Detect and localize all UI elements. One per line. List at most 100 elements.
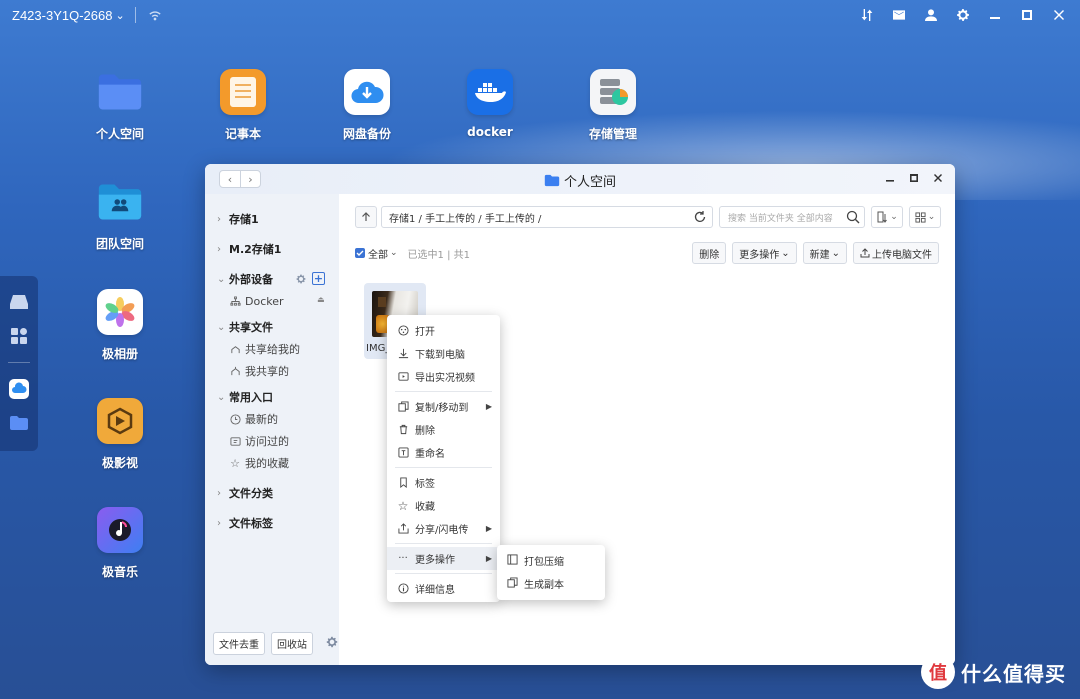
window-titlebar[interactable]: ‹ › 个人空间 — [205, 164, 955, 194]
minimize-icon[interactable] — [883, 171, 897, 185]
more-operations-button[interactable]: 更多操作 ⌄ — [732, 242, 797, 264]
app-docker[interactable]: docker — [445, 69, 535, 139]
menu-item-export-live-video[interactable]: 导出实况视频 — [387, 365, 500, 388]
menu-item-duplicate[interactable]: 生成副本 — [497, 572, 605, 595]
sidebar-item-my-favorites[interactable]: ☆ 我的收藏 — [205, 452, 339, 474]
context-menu: 打开 下载到电脑 导出实况视频 复制/移动到 ▶ 删除 重命名 标签 ☆ 收藏 … — [387, 315, 500, 602]
close-icon[interactable] — [1050, 6, 1068, 24]
sort-button[interactable]: ⌄ — [871, 206, 903, 228]
folder-icon — [544, 174, 560, 187]
menu-item-label: 更多操作 — [415, 555, 455, 566]
view-mode-button[interactable]: ⌄ — [909, 206, 941, 228]
mail-icon[interactable] — [890, 6, 908, 24]
cloud-icon[interactable] — [9, 379, 29, 399]
sidebar-item-my-shares[interactable]: 我共享的 — [205, 360, 339, 382]
menu-item-favorite[interactable]: ☆ 收藏 — [387, 494, 500, 517]
menu-item-label: 复制/移动到 — [415, 403, 469, 414]
close-icon[interactable] — [931, 171, 945, 185]
menu-item-tag[interactable]: 标签 — [387, 471, 500, 494]
window-title: 个人空间 — [205, 171, 955, 190]
apps-grid-icon[interactable] — [9, 326, 29, 346]
cloud-backup-icon — [344, 69, 390, 115]
menu-item-share[interactable]: 分享/闪电传 ▶ — [387, 517, 500, 540]
path-input[interactable]: 存储1 / 手工上传的 / 手工上传的 / — [381, 206, 713, 228]
recycle-bin-button[interactable]: 回收站 — [271, 632, 313, 655]
sidebar-item-docker[interactable]: Docker ⏏ — [205, 290, 339, 312]
sidebar-item-visited[interactable]: 访问过的 — [205, 430, 339, 452]
sidebar-group-m2-storage1[interactable]: › M.2存储1 — [205, 238, 339, 260]
gear-icon[interactable] — [295, 273, 307, 288]
sidebar-item-shared-with-me[interactable]: 共享给我的 — [205, 338, 339, 360]
select-all-checkbox[interactable] — [355, 248, 365, 258]
menu-item-more-operations[interactable]: ··· 更多操作 ▶ — [387, 547, 500, 570]
export-video-icon — [397, 371, 409, 383]
dock-divider — [8, 362, 30, 363]
app-storage-manager[interactable]: 存储管理 — [568, 69, 658, 142]
sidebar-group-storage1[interactable]: › 存储1 — [205, 208, 339, 230]
search-input[interactable]: 搜索 当前文件夹 全部内容 — [719, 206, 865, 228]
search-icon[interactable] — [846, 210, 860, 227]
menu-item-compress[interactable]: 打包压缩 — [497, 549, 605, 572]
sidebar-group-label: 外部设备 — [229, 273, 273, 286]
app-notepad[interactable]: 记事本 — [198, 69, 288, 142]
app-music[interactable]: 极音乐 — [75, 507, 165, 580]
search-placeholder: 搜索 当前文件夹 全部内容 — [728, 213, 833, 224]
new-button[interactable]: 新建 ⌄ — [802, 242, 847, 264]
refresh-icon[interactable] — [693, 210, 707, 227]
submenu-arrow-icon: ▶ — [485, 524, 492, 533]
sidebar-group-shared[interactable]: ⌄ 共享文件 — [205, 316, 339, 338]
menu-item-delete[interactable]: 删除 — [387, 418, 500, 441]
add-icon[interactable]: + — [312, 272, 325, 285]
menu-item-rename[interactable]: 重命名 — [387, 441, 500, 464]
select-all-label[interactable]: 全部 — [368, 246, 388, 261]
settings-icon[interactable] — [325, 635, 339, 652]
sidebar-group-label: 共享文件 — [229, 321, 273, 334]
folder-icon[interactable] — [9, 413, 29, 433]
sidebar-group-external[interactable]: ⌄ 外部设备 + — [205, 268, 339, 290]
upload-icon — [860, 248, 870, 258]
info-icon — [397, 583, 409, 595]
chevron-down-icon: ⌄ — [927, 212, 936, 222]
go-up-button[interactable] — [355, 206, 377, 228]
app-video[interactable]: 极影视 — [75, 398, 165, 471]
transfer-icon[interactable] — [858, 6, 876, 24]
menu-item-details[interactable]: 详细信息 — [387, 577, 500, 600]
button-label: 更多操作 — [739, 249, 780, 261]
sidebar-group-label: 常用入口 — [229, 391, 273, 404]
settings-icon[interactable] — [954, 6, 972, 24]
chevron-down-icon: ⌄ — [217, 391, 226, 403]
app-team-space[interactable]: 团队空间 — [75, 179, 165, 252]
sidebar-item-recent[interactable]: 最新的 — [205, 408, 339, 430]
app-label: 记事本 — [224, 127, 261, 141]
app-photos[interactable]: 极相册 — [75, 289, 165, 362]
sidebar-item-label: 共享给我的 — [245, 343, 300, 356]
dedupe-button[interactable]: 文件去重 — [213, 632, 265, 655]
sidebar-group-favorites-entry[interactable]: ⌄ 常用入口 — [205, 386, 339, 408]
delete-button[interactable]: 删除 — [692, 242, 727, 264]
app-label: 个人空间 — [95, 127, 144, 141]
share-in-icon — [229, 343, 241, 355]
upload-button[interactable]: 上传电脑文件 — [853, 242, 939, 264]
app-personal-space[interactable]: 个人空间 — [75, 69, 165, 142]
rename-icon — [397, 447, 409, 459]
device-name-dropdown[interactable]: Z423-3Y1Q-2668 ⌄ — [12, 8, 125, 23]
wifi-icon[interactable] — [146, 6, 164, 24]
sidebar-group-file-categories[interactable]: › 文件分类 — [205, 482, 339, 504]
drive-icon[interactable] — [9, 292, 29, 312]
sidebar-group-file-tags[interactable]: › 文件标签 — [205, 512, 339, 534]
open-icon — [397, 325, 409, 337]
maximize-icon[interactable] — [1018, 6, 1036, 24]
eject-icon[interactable]: ⏏ — [317, 295, 325, 304]
user-icon[interactable] — [922, 6, 940, 24]
video-icon — [97, 398, 143, 444]
more-operations-submenu: 打包压缩 生成副本 — [497, 545, 605, 600]
menu-item-copy-move[interactable]: 复制/移动到 ▶ — [387, 395, 500, 418]
minimize-icon[interactable] — [986, 6, 1004, 24]
chevron-down-icon[interactable]: ⌄ — [390, 248, 398, 258]
trash-icon — [397, 424, 409, 436]
app-cloud-backup[interactable]: 网盘备份 — [322, 69, 412, 142]
maximize-icon[interactable] — [907, 171, 921, 185]
menu-item-open[interactable]: 打开 — [387, 319, 500, 342]
menu-item-download[interactable]: 下载到电脑 — [387, 342, 500, 365]
menu-item-label: 打包压缩 — [524, 557, 564, 568]
